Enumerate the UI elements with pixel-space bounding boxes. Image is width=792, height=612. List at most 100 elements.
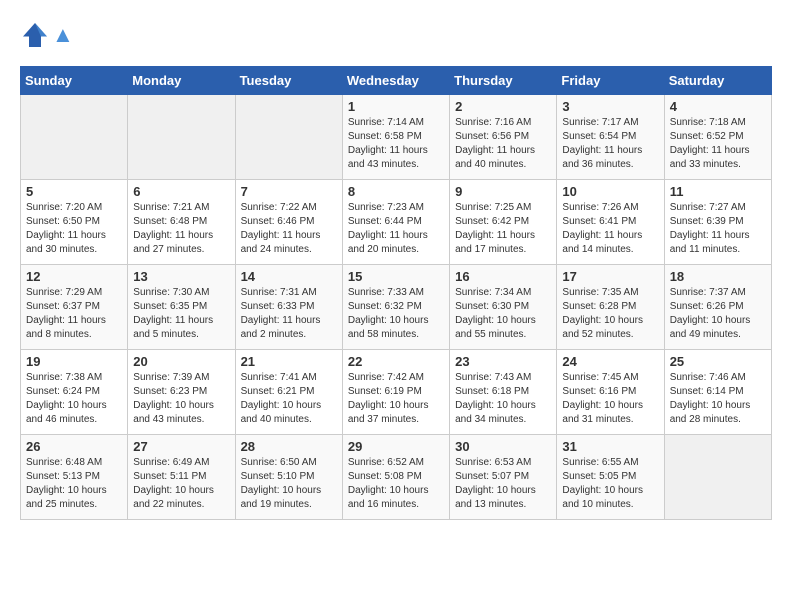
day-number: 19 <box>26 354 122 369</box>
day-info: Sunrise: 6:53 AM Sunset: 5:07 PM Dayligh… <box>455 456 551 512</box>
day-cell-5: 5 Sunrise: 7:20 AM Sunset: 6:50 PM Daylig… <box>21 180 128 265</box>
weekday-header-wednesday: Wednesday <box>342 67 449 95</box>
day-number: 25 <box>670 354 766 369</box>
day-number: 23 <box>455 354 551 369</box>
day-number: 6 <box>133 184 229 199</box>
day-info: Sunrise: 7:18 AM Sunset: 6:52 PM Dayligh… <box>670 116 766 172</box>
day-cell-11: 11 Sunrise: 7:27 AM Sunset: 6:39 PM Dayli… <box>664 180 771 265</box>
day-info: Sunrise: 7:33 AM Sunset: 6:32 PM Dayligh… <box>348 286 444 342</box>
day-info: Sunrise: 7:46 AM Sunset: 6:14 PM Dayligh… <box>670 371 766 427</box>
day-number: 30 <box>455 439 551 454</box>
day-info: Sunrise: 7:22 AM Sunset: 6:46 PM Dayligh… <box>241 201 337 257</box>
day-number: 1 <box>348 99 444 114</box>
day-number: 29 <box>348 439 444 454</box>
weekday-header-monday: Monday <box>128 67 235 95</box>
day-cell-4: 4 Sunrise: 7:18 AM Sunset: 6:52 PM Daylig… <box>664 95 771 180</box>
day-cell-22: 22 Sunrise: 7:42 AM Sunset: 6:19 PM Dayli… <box>342 350 449 435</box>
day-cell-6: 6 Sunrise: 7:21 AM Sunset: 6:48 PM Daylig… <box>128 180 235 265</box>
day-number: 18 <box>670 269 766 284</box>
page: ▲ SundayMondayTuesdayWednesdayThursdayFr… <box>0 0 792 530</box>
day-cell-24: 24Sunrise: 7:45 AM Sunset: 6:16 PM Dayli… <box>557 350 664 435</box>
day-info: Sunrise: 7:21 AM Sunset: 6:48 PM Dayligh… <box>133 201 229 257</box>
day-cell-2: 2 Sunrise: 7:16 AM Sunset: 6:56 PM Daylig… <box>450 95 557 180</box>
day-number: 8 <box>348 184 444 199</box>
day-info: Sunrise: 7:31 AM Sunset: 6:33 PM Dayligh… <box>241 286 337 342</box>
day-cell-30: 30 Sunrise: 6:53 AM Sunset: 5:07 PM Dayli… <box>450 435 557 520</box>
day-cell-1: 1 Sunrise: 7:14 AM Sunset: 6:58 PM Daylig… <box>342 95 449 180</box>
day-cell-20: 20Sunrise: 7:39 AM Sunset: 6:23 PM Dayli… <box>128 350 235 435</box>
day-info: Sunrise: 7:25 AM Sunset: 6:42 PM Dayligh… <box>455 201 551 257</box>
day-cell-21: 21Sunrise: 7:41 AM Sunset: 6:21 PM Dayli… <box>235 350 342 435</box>
day-cell-26: 26 Sunrise: 6:48 AM Sunset: 5:13 PM Dayli… <box>21 435 128 520</box>
day-number: 2 <box>455 99 551 114</box>
weekday-header-thursday: Thursday <box>450 67 557 95</box>
day-info: Sunrise: 6:48 AM Sunset: 5:13 PM Dayligh… <box>26 456 122 512</box>
day-info: Sunrise: 6:55 AM Sunset: 5:05 PM Dayligh… <box>562 456 658 512</box>
day-info: Sunrise: 6:49 AM Sunset: 5:11 PM Dayligh… <box>133 456 229 512</box>
day-info: Sunrise: 7:20 AM Sunset: 6:50 PM Dayligh… <box>26 201 122 257</box>
day-number: 14 <box>241 269 337 284</box>
day-number: 7 <box>241 184 337 199</box>
day-cell-8: 8 Sunrise: 7:23 AM Sunset: 6:44 PM Daylig… <box>342 180 449 265</box>
day-cell-31: 31 Sunrise: 6:55 AM Sunset: 5:05 PM Dayli… <box>557 435 664 520</box>
day-info: Sunrise: 7:26 AM Sunset: 6:41 PM Dayligh… <box>562 201 658 257</box>
day-cell-27: 27 Sunrise: 6:49 AM Sunset: 5:11 PM Dayli… <box>128 435 235 520</box>
day-info: Sunrise: 7:29 AM Sunset: 6:37 PM Dayligh… <box>26 286 122 342</box>
day-number: 17 <box>562 269 658 284</box>
day-number: 28 <box>241 439 337 454</box>
day-cell-3: 3 Sunrise: 7:17 AM Sunset: 6:54 PM Daylig… <box>557 95 664 180</box>
day-info: Sunrise: 6:52 AM Sunset: 5:08 PM Dayligh… <box>348 456 444 512</box>
day-cell-15: 15 Sunrise: 7:33 AM Sunset: 6:32 PM Dayli… <box>342 265 449 350</box>
empty-cell <box>235 95 342 180</box>
day-number: 10 <box>562 184 658 199</box>
week-row-5: 26 Sunrise: 6:48 AM Sunset: 5:13 PM Dayli… <box>21 435 772 520</box>
day-info: Sunrise: 7:37 AM Sunset: 6:26 PM Dayligh… <box>670 286 766 342</box>
day-cell-12: 12Sunrise: 7:29 AM Sunset: 6:37 PM Dayli… <box>21 265 128 350</box>
day-cell-10: 10 Sunrise: 7:26 AM Sunset: 6:41 PM Dayli… <box>557 180 664 265</box>
day-cell-17: 17 Sunrise: 7:35 AM Sunset: 6:28 PM Dayli… <box>557 265 664 350</box>
calendar: SundayMondayTuesdayWednesdayThursdayFrid… <box>20 66 772 520</box>
day-info: Sunrise: 7:38 AM Sunset: 6:24 PM Dayligh… <box>26 371 122 427</box>
day-cell-16: 16 Sunrise: 7:34 AM Sunset: 6:30 PM Dayli… <box>450 265 557 350</box>
day-info: Sunrise: 7:35 AM Sunset: 6:28 PM Dayligh… <box>562 286 658 342</box>
day-info: Sunrise: 7:23 AM Sunset: 6:44 PM Dayligh… <box>348 201 444 257</box>
day-cell-23: 23 Sunrise: 7:43 AM Sunset: 6:18 PM Dayli… <box>450 350 557 435</box>
empty-cell <box>664 435 771 520</box>
empty-cell <box>128 95 235 180</box>
day-number: 3 <box>562 99 658 114</box>
day-info: Sunrise: 7:43 AM Sunset: 6:18 PM Dayligh… <box>455 371 551 427</box>
day-info: Sunrise: 7:16 AM Sunset: 6:56 PM Dayligh… <box>455 116 551 172</box>
week-row-1: 1 Sunrise: 7:14 AM Sunset: 6:58 PM Daylig… <box>21 95 772 180</box>
weekday-header-tuesday: Tuesday <box>235 67 342 95</box>
day-cell-25: 25 Sunrise: 7:46 AM Sunset: 6:14 PM Dayli… <box>664 350 771 435</box>
day-info: Sunrise: 7:17 AM Sunset: 6:54 PM Dayligh… <box>562 116 658 172</box>
day-number: 11 <box>670 184 766 199</box>
day-number: 31 <box>562 439 658 454</box>
day-number: 4 <box>670 99 766 114</box>
day-number: 13 <box>133 269 229 284</box>
week-row-2: 5 Sunrise: 7:20 AM Sunset: 6:50 PM Daylig… <box>21 180 772 265</box>
day-info: Sunrise: 7:14 AM Sunset: 6:58 PM Dayligh… <box>348 116 444 172</box>
day-number: 22 <box>348 354 444 369</box>
day-info: Sunrise: 7:41 AM Sunset: 6:21 PM Dayligh… <box>241 371 337 427</box>
day-number: 26 <box>26 439 122 454</box>
weekday-header-row: SundayMondayTuesdayWednesdayThursdayFrid… <box>21 67 772 95</box>
day-number: 27 <box>133 439 229 454</box>
day-info: Sunrise: 7:39 AM Sunset: 6:23 PM Dayligh… <box>133 371 229 427</box>
week-row-4: 19 Sunrise: 7:38 AM Sunset: 6:24 PM Dayli… <box>21 350 772 435</box>
day-number: 5 <box>26 184 122 199</box>
day-cell-9: 9Sunrise: 7:25 AM Sunset: 6:42 PM Daylig… <box>450 180 557 265</box>
day-info: Sunrise: 7:42 AM Sunset: 6:19 PM Dayligh… <box>348 371 444 427</box>
weekday-header-saturday: Saturday <box>664 67 771 95</box>
logo: ▲ <box>20 20 74 50</box>
day-number: 15 <box>348 269 444 284</box>
day-info: Sunrise: 6:50 AM Sunset: 5:10 PM Dayligh… <box>241 456 337 512</box>
day-info: Sunrise: 7:27 AM Sunset: 6:39 PM Dayligh… <box>670 201 766 257</box>
day-cell-13: 13Sunrise: 7:30 AM Sunset: 6:35 PM Dayli… <box>128 265 235 350</box>
empty-cell <box>21 95 128 180</box>
day-number: 16 <box>455 269 551 284</box>
day-info: Sunrise: 7:34 AM Sunset: 6:30 PM Dayligh… <box>455 286 551 342</box>
day-cell-19: 19 Sunrise: 7:38 AM Sunset: 6:24 PM Dayli… <box>21 350 128 435</box>
header: ▲ <box>20 20 772 50</box>
day-cell-18: 18 Sunrise: 7:37 AM Sunset: 6:26 PM Dayli… <box>664 265 771 350</box>
